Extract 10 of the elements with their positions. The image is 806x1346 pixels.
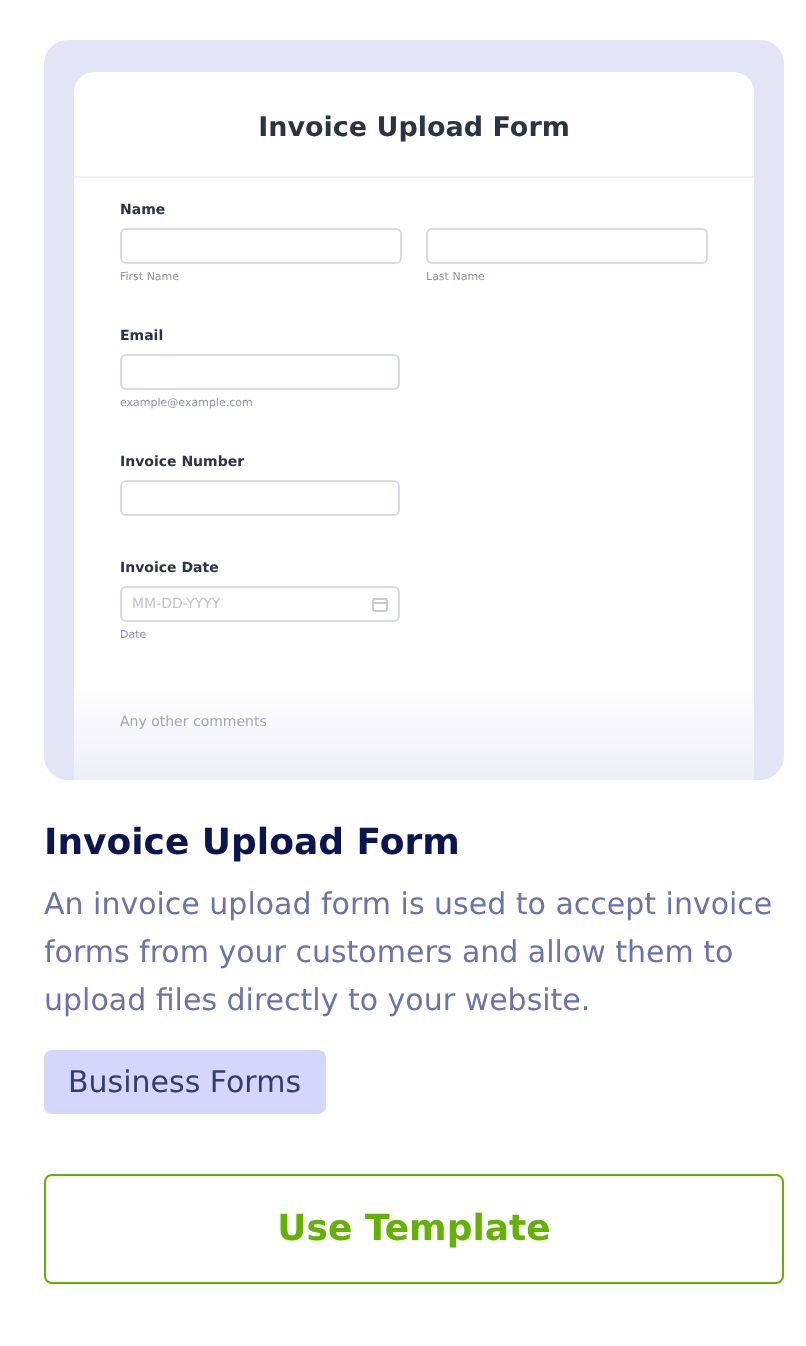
input-field[interactable] [426,228,708,264]
form-title: Invoice Upload Form [74,72,754,178]
calendar-icon [372,596,388,612]
input-field[interactable] [120,354,400,390]
input-field[interactable] [120,228,402,264]
category-tag[interactable]: Business Forms [44,1050,326,1114]
template-description: An invoice upload form is used to accept invoice forms from your customers and allow them to upload files directly to your website. [44,884,775,1022]
template-title: Invoice Upload Form [44,822,462,864]
input-field[interactable] [120,480,400,516]
use-template-button[interactable]: Use Template [44,1174,784,1284]
